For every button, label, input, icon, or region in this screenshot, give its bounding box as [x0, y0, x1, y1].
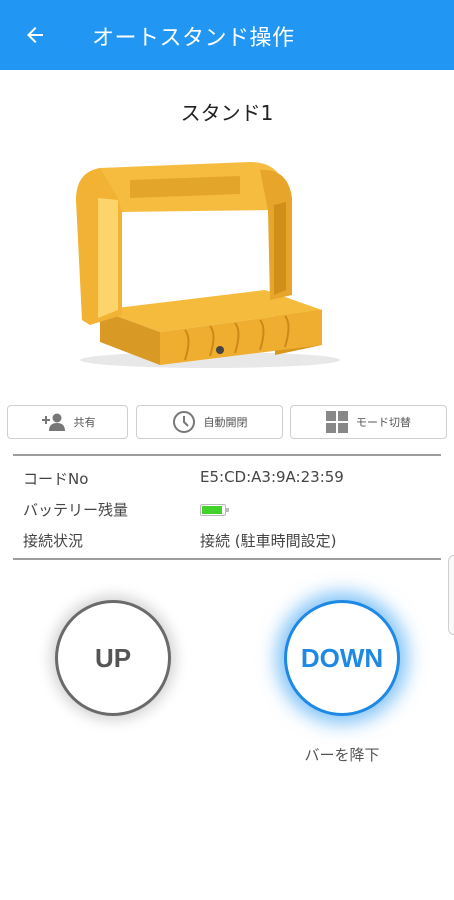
mode-switch-button[interactable]: モード切替 [290, 405, 447, 439]
info-panel: コードNo E5:CD:A3:9A:23:59 バッテリー残量 接続状況 接続 … [13, 454, 441, 560]
up-button[interactable]: UP [55, 600, 171, 716]
back-button[interactable] [18, 18, 52, 52]
parking-lock-barrier-image [60, 150, 350, 380]
battery-level-fill [202, 506, 222, 514]
stand-name: スタンド1 [180, 101, 274, 125]
auto-open-close-label: 自動開閉 [203, 416, 248, 429]
app-bar: オートスタンド操作 [0, 0, 454, 70]
page-title: オートスタンド操作 [92, 26, 295, 51]
code-label: コードNo [23, 470, 89, 488]
connection-row: 接続状況 接続 (駐車時間設定) [23, 530, 433, 554]
code-row: コードNo E5:CD:A3:9A:23:59 [23, 468, 433, 492]
clock-icon [172, 410, 196, 434]
action-row: 共有 自動開閉 モード切替 [0, 405, 454, 439]
battery-row: バッテリー残量 [23, 499, 433, 523]
down-button[interactable]: DOWN [284, 600, 400, 716]
share-label: 共有 [73, 416, 96, 429]
arrow-left-icon [27, 27, 43, 43]
battery-label: バッテリー残量 [23, 501, 129, 519]
battery-icon [200, 504, 229, 516]
code-value: E5:CD:A3:9A:23:59 [200, 468, 344, 486]
grid-icon [326, 411, 348, 433]
mode-switch-label: モード切替 [356, 416, 411, 429]
connection-label: 接続状況 [23, 532, 84, 550]
connection-value: 接続 (駐車時間設定) [200, 532, 337, 550]
add-person-icon [40, 412, 66, 432]
operation-status: バーを降下 [304, 746, 380, 764]
side-panel-handle[interactable] [448, 555, 454, 635]
share-button[interactable]: 共有 [7, 405, 128, 439]
auto-open-close-button[interactable]: 自動開閉 [136, 405, 283, 439]
